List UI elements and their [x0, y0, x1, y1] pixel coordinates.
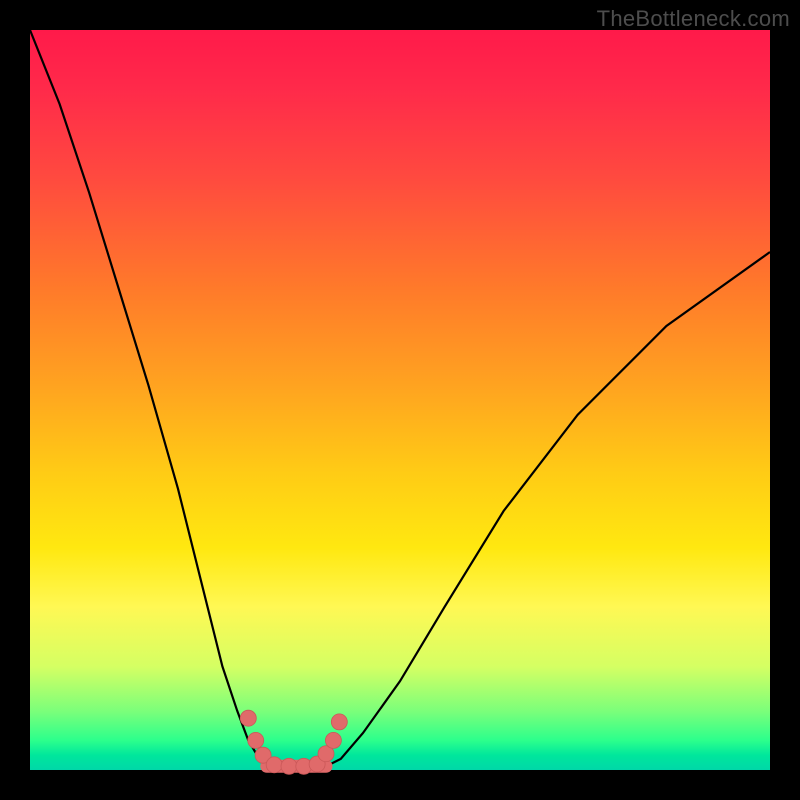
marker-dot	[240, 710, 256, 726]
watermark-text: TheBottleneck.com	[597, 6, 790, 32]
marker-dot	[281, 758, 297, 774]
plot-area	[30, 30, 770, 770]
marker-dot	[331, 714, 347, 730]
right-curve	[326, 252, 770, 766]
left-curve	[30, 30, 274, 766]
marker-dot	[266, 757, 282, 773]
marker-dot	[325, 732, 341, 748]
chart-frame: TheBottleneck.com	[0, 0, 800, 800]
marker-dot	[248, 732, 264, 748]
curve-svg	[30, 30, 770, 770]
